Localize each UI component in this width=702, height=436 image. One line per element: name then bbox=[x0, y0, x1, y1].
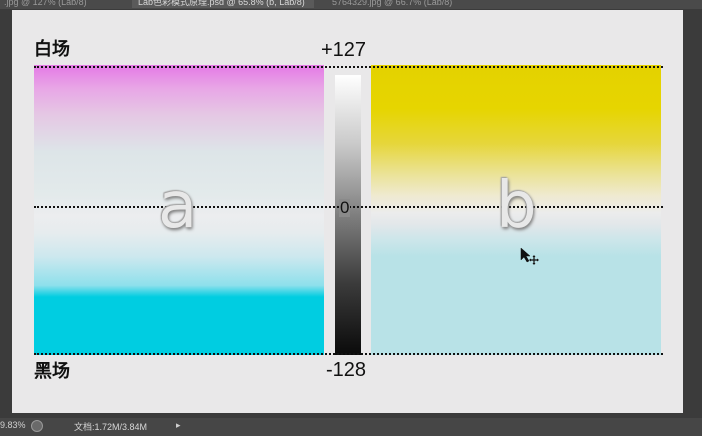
document-info: 文档:1.72M/3.84M bbox=[74, 422, 148, 432]
document-canvas[interactable]: 白场 +127 a b 0 黑场 -128 bbox=[12, 10, 683, 413]
document-tab-3[interactable]: 5764329.jpg @ 66.7% (Lab/8) bbox=[326, 0, 478, 8]
top-value-label: +127 bbox=[321, 39, 367, 61]
channel-a-letter: a bbox=[158, 169, 198, 243]
cursor-move-icon bbox=[520, 247, 539, 265]
bottom-value-label: -128 bbox=[326, 359, 367, 381]
status-bar: 9.83% 文档:1.72M/3.84M ▸ bbox=[0, 418, 702, 436]
zoom-level[interactable]: 9.83% bbox=[0, 420, 26, 430]
black-field-label: 黑场 bbox=[34, 361, 70, 382]
status-indicator-icon[interactable] bbox=[31, 420, 43, 432]
dotted-line-bottom bbox=[34, 353, 663, 355]
center-value-label: 0 bbox=[339, 198, 351, 217]
status-menu-arrow-icon[interactable]: ▸ bbox=[176, 420, 181, 431]
document-tab-active[interactable]: Lab色彩模式原理.psd @ 65.8% (b, Lab/8) bbox=[132, 0, 314, 8]
white-field-label: 白场 bbox=[34, 39, 70, 60]
channel-b-letter: b bbox=[496, 169, 537, 243]
document-tab-bar: .jpg @ 127% (Lab/8) Lab色彩模式原理.psd @ 65.8… bbox=[0, 0, 702, 9]
document-tab-1[interactable]: .jpg @ 127% (Lab/8) bbox=[0, 0, 128, 8]
dotted-line-top bbox=[34, 66, 663, 68]
